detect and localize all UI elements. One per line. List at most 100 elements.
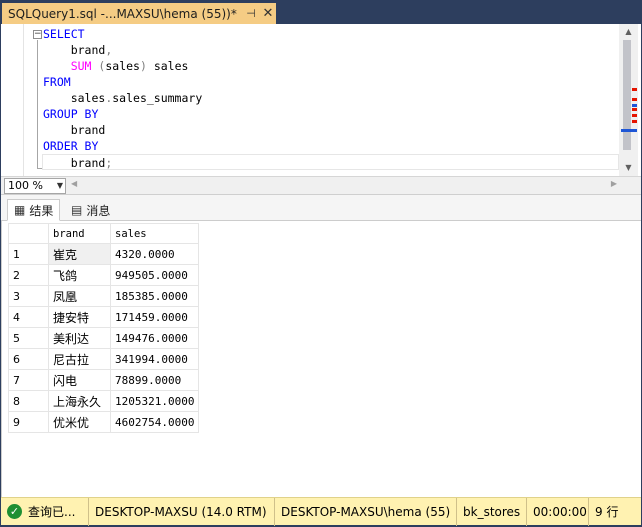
- cell-sales[interactable]: 185385.0000: [109, 285, 200, 307]
- success-check-icon: ✓: [7, 504, 22, 519]
- scroll-up-icon[interactable]: ▲: [619, 24, 638, 40]
- pin-icon[interactable]: ⊣: [242, 7, 260, 20]
- tab-messages[interactable]: ▤ 消息: [65, 199, 116, 221]
- scroll-thumb[interactable]: [623, 40, 631, 150]
- zoom-select[interactable]: 100 % ▼: [4, 178, 66, 194]
- editor-vertical-scrollbar[interactable]: ▲ ▼: [619, 24, 638, 176]
- scroll-left-icon[interactable]: ◀: [71, 179, 77, 188]
- document-tab-bar: SQLQuery1.sql -...MAXSU\hema (55))* ⊣ ✕: [0, 0, 642, 24]
- cell-brand[interactable]: 飞鸽: [48, 264, 111, 286]
- grid-header-row: brand sales: [8, 223, 200, 244]
- table-row[interactable]: 4 捷安特 171459.0000: [8, 306, 200, 328]
- code-line[interactable]: brand,: [43, 42, 619, 58]
- code-token: SUM: [70, 59, 92, 73]
- tab-results[interactable]: ▦ 结果: [7, 199, 61, 221]
- row-number[interactable]: 3: [8, 285, 49, 307]
- cell-brand[interactable]: 上海永久: [48, 390, 111, 412]
- cell-sales[interactable]: 341994.0000: [109, 348, 200, 370]
- code-line[interactable]: ORDER BY: [43, 138, 619, 154]
- collapse-icon[interactable]: −: [33, 30, 42, 39]
- row-number[interactable]: 7: [8, 369, 49, 391]
- table-row[interactable]: 1 崔克 4320.0000: [8, 243, 200, 265]
- table-row[interactable]: 5 美利达 149476.0000: [8, 327, 200, 349]
- code-token: sales_summary: [112, 91, 203, 105]
- code-line[interactable]: brand;: [42, 154, 619, 170]
- editor-margin-line: [23, 24, 24, 176]
- tab-messages-label: 消息: [86, 203, 111, 218]
- cell-sales[interactable]: 78899.0000: [109, 369, 200, 391]
- code-line[interactable]: brand: [43, 122, 619, 138]
- cell-brand[interactable]: 凤凰: [48, 285, 111, 307]
- row-number[interactable]: 5: [8, 327, 49, 349]
- caret-marker: [621, 129, 637, 132]
- results-grid[interactable]: brand sales 1 崔克 4320.0000 2 飞鸽 949505.0000 3 凤…: [8, 223, 200, 433]
- messages-icon: ▤: [71, 203, 83, 217]
- table-row[interactable]: 3 凤凰 185385.0000: [8, 285, 200, 307]
- code-line[interactable]: sales.sales_summary: [43, 90, 619, 106]
- code-token: brand: [43, 156, 106, 170]
- cell-sales[interactable]: 149476.0000: [109, 327, 200, 349]
- results-tab-strip: ▦ 结果 ▤ 消息: [1, 195, 641, 221]
- editor-horizontal-scrollbar[interactable]: ◀ ▶: [69, 179, 617, 192]
- row-number[interactable]: 8: [8, 390, 49, 412]
- tab-sqlquery1[interactable]: SQLQuery1.sql -...MAXSU\hema (55))* ⊣ ✕: [2, 3, 276, 24]
- cell-brand[interactable]: 崔克: [48, 243, 111, 265]
- row-number[interactable]: 1: [8, 243, 49, 265]
- table-row[interactable]: 9 优米优 4602754.0000: [8, 411, 200, 433]
- cell-brand[interactable]: 闪电: [48, 369, 111, 391]
- status-rows: 9 行: [595, 505, 619, 519]
- query-state: 查询已...: [28, 505, 76, 519]
- cell-sales[interactable]: 4320.0000: [109, 243, 200, 265]
- status-query: ✓ 查询已...: [1, 497, 89, 526]
- chevron-down-icon[interactable]: ▼: [57, 179, 63, 193]
- status-bar: ✓ 查询已... DESKTOP-MAXSU (14.0 RTM) DESKTO…: [1, 497, 641, 526]
- cell-brand[interactable]: 美利达: [48, 327, 111, 349]
- editor-gutter: −: [1, 24, 43, 176]
- cell-sales[interactable]: 1205321.0000: [109, 390, 200, 412]
- code-line[interactable]: GROUP BY: [43, 106, 619, 122]
- status-elapsed: 00:00:00: [527, 497, 589, 526]
- row-number[interactable]: 6: [8, 348, 49, 370]
- row-number[interactable]: 9: [8, 411, 49, 433]
- code-lines[interactable]: SELECT brand, SUM (sales) sales FROM sale…: [42, 26, 619, 170]
- results-grid-area: brand sales 1 崔克 4320.0000 2 飞鸽 949505.0000 3 凤…: [1, 221, 639, 497]
- change-marker: [632, 88, 637, 91]
- table-row[interactable]: 8 上海永久 1205321.0000: [8, 390, 200, 412]
- cell-brand[interactable]: 尼古拉: [48, 348, 111, 370]
- close-icon[interactable]: ✕: [260, 6, 276, 21]
- cell-brand[interactable]: 优米优: [48, 411, 111, 433]
- column-header-brand[interactable]: brand: [48, 223, 111, 244]
- row-number[interactable]: 4: [8, 306, 49, 328]
- code-line[interactable]: SUM (sales) sales: [43, 58, 619, 74]
- change-marker: [632, 108, 637, 111]
- sql-editor[interactable]: − SELECT brand, SUM (sales) sales FROM sa…: [1, 24, 641, 176]
- cell-sales[interactable]: 949505.0000: [109, 264, 200, 286]
- cell-brand[interactable]: 捷安特: [48, 306, 111, 328]
- code-token: ;: [105, 156, 113, 170]
- scroll-right-icon[interactable]: ▶: [611, 179, 617, 188]
- row-number[interactable]: 2: [8, 264, 49, 286]
- row-number-header[interactable]: [8, 223, 49, 244]
- code-token: ): [139, 59, 147, 73]
- code-token: (: [91, 59, 106, 73]
- cell-sales[interactable]: 4602754.0000: [109, 411, 200, 433]
- status-user: DESKTOP-MAXSU\hema (55): [275, 497, 457, 526]
- table-row[interactable]: 6 尼古拉 341994.0000: [8, 348, 200, 370]
- table-row[interactable]: 2 飞鸽 949505.0000: [8, 264, 200, 286]
- change-marker: [632, 114, 637, 117]
- tab-results-label: 结果: [29, 203, 54, 218]
- query-window: SQLQuery1.sql -...MAXSU\hema (55))* ⊣ ✕ …: [0, 0, 642, 527]
- scroll-down-icon[interactable]: ▼: [619, 160, 638, 176]
- code-token: sales: [105, 59, 140, 73]
- code-token: sales: [146, 59, 189, 73]
- code-line[interactable]: FROM: [43, 74, 619, 90]
- code-token: ,: [105, 43, 113, 57]
- code-line[interactable]: SELECT: [43, 26, 619, 42]
- results-pane: ▦ 结果 ▤ 消息 brand sales 1 崔克 4320.0000 2 飞鸽 949…: [1, 194, 641, 497]
- column-header-sales[interactable]: sales: [109, 223, 200, 244]
- cell-sales[interactable]: 171459.0000: [109, 306, 200, 328]
- table-row[interactable]: 7 闪电 78899.0000: [8, 369, 200, 391]
- code-token: SELECT: [43, 27, 85, 41]
- code-token: brand: [43, 43, 106, 57]
